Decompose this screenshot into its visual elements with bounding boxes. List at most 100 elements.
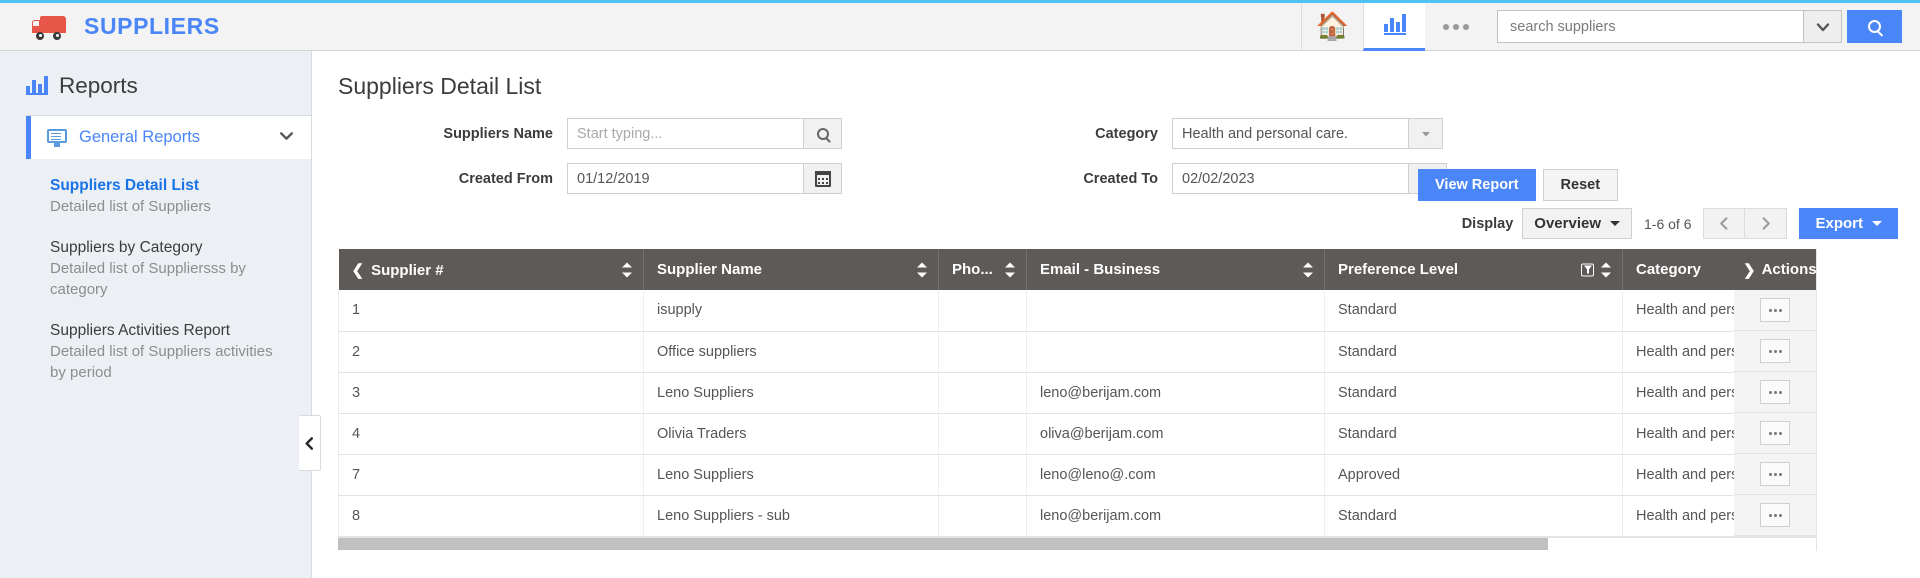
display-mode-select[interactable]: Overview — [1522, 208, 1632, 239]
reset-button[interactable]: Reset — [1542, 169, 1619, 201]
created-from-input[interactable] — [567, 163, 804, 194]
category-select-value[interactable]: Health and personal care. — [1172, 118, 1409, 149]
actions-column: ❯ Actions — [1734, 249, 1817, 536]
column-header-supplier-no[interactable]: ❮ Supplier # — [338, 249, 644, 290]
sidebar-item-desc: Detailed list of Suppliersss by category — [50, 260, 246, 298]
actions-cell — [1734, 372, 1816, 413]
cell-supplier-no: 7 — [338, 454, 644, 496]
sidebar-group-general-reports[interactable]: General Reports — [26, 116, 311, 159]
cell-supplier-name: Leno Suppliers - sub — [643, 495, 939, 537]
sidebar-collapse-handle[interactable] — [299, 415, 321, 471]
cell-preference-level: Standard — [1324, 372, 1623, 414]
sidebar-item-suppliers-activities-report[interactable]: Suppliers Activities Report Detailed lis… — [50, 320, 311, 383]
export-button[interactable]: Export — [1799, 208, 1898, 239]
column-header-phone[interactable]: Pho... — [938, 249, 1027, 290]
table-row[interactable]: 4 Olivia Traders oliva@berijam.com Standard… — [338, 413, 1817, 455]
sidebar-report-list: Suppliers Detail List Detailed list of S… — [0, 159, 311, 383]
actions-cell — [1734, 290, 1816, 331]
sidebar-item-suppliers-by-category[interactable]: Suppliers by Category Detailed list of S… — [50, 237, 311, 300]
row-actions-button[interactable] — [1760, 462, 1790, 486]
table-row[interactable]: 7 Leno Suppliers leno@leno@.com Approved Hea… — [338, 454, 1817, 496]
actions-cell — [1734, 413, 1816, 454]
global-search-input[interactable] — [1498, 11, 1803, 42]
brand-title: SUPPLIERS — [84, 13, 220, 39]
cell-supplier-name: Leno Suppliers — [643, 372, 939, 414]
scrollbar-thumb[interactable] — [338, 538, 1548, 550]
chevron-down-icon — [1816, 22, 1829, 31]
cell-supplier-name: Olivia Traders — [643, 413, 939, 455]
sidebar: Reports General Reports Suppliers Detail… — [0, 51, 312, 578]
sort-icon[interactable] — [1601, 262, 1612, 277]
suppliers-name-input[interactable] — [567, 118, 804, 149]
view-report-button[interactable]: View Report — [1418, 169, 1536, 201]
suppliers-name-search-button[interactable] — [804, 118, 842, 149]
main-content: Suppliers Detail List Suppliers Name Cre… — [313, 51, 1920, 578]
cell-phone — [938, 372, 1027, 414]
search-icon — [816, 127, 829, 140]
export-label: Export — [1815, 215, 1863, 232]
cell-supplier-name: Leno Suppliers — [643, 454, 939, 496]
column-header-email-business[interactable]: Email - Business — [1026, 249, 1325, 290]
sort-icon[interactable] — [917, 262, 928, 277]
table-row[interactable]: 3 Leno Suppliers leno@berijam.com Standard H… — [338, 372, 1817, 414]
sidebar-item-name: Suppliers Activities Report — [50, 322, 231, 339]
row-actions-button[interactable] — [1760, 298, 1790, 322]
more-menu-button[interactable] — [1425, 3, 1487, 51]
created-to-input[interactable] — [1172, 163, 1409, 194]
sidebar-title: Reports — [59, 73, 138, 98]
cell-supplier-no: 8 — [338, 495, 644, 537]
pagination-next-button[interactable] — [1745, 208, 1788, 239]
table-row[interactable]: 2 Office suppliers Standard Health and pers… — [338, 331, 1817, 373]
sort-icon[interactable] — [622, 262, 633, 277]
cell-supplier-no: 1 — [338, 290, 644, 332]
created-from-label: Created From — [458, 170, 553, 187]
row-actions-button[interactable] — [1760, 339, 1790, 363]
actions-column-body — [1734, 290, 1816, 536]
column-header-supplier-name[interactable]: Supplier Name — [643, 249, 939, 290]
sidebar-item-name: Suppliers Detail List — [50, 177, 200, 194]
global-search-dropdown-button[interactable] — [1803, 11, 1841, 42]
column-header-preference-level[interactable]: Preference Level — [1324, 249, 1623, 290]
chevron-down-icon[interactable] — [278, 127, 295, 149]
chevron-down-icon — [1421, 131, 1430, 136]
reports-button[interactable] — [1363, 2, 1425, 51]
cell-phone — [938, 331, 1027, 373]
category-select-caret[interactable] — [1409, 118, 1443, 149]
pagination-prev-button[interactable] — [1703, 208, 1746, 239]
cell-supplier-name: Office suppliers — [643, 331, 939, 373]
home-button[interactable]: 🏠 — [1301, 2, 1363, 51]
sort-icon[interactable] — [1303, 262, 1314, 277]
actions-cell — [1734, 331, 1816, 372]
actions-cell — [1734, 495, 1816, 536]
created-from-calendar-button[interactable] — [804, 163, 842, 194]
category-label: Category — [1095, 125, 1158, 142]
filter-icon[interactable] — [1581, 263, 1594, 276]
row-actions-button[interactable] — [1760, 380, 1790, 404]
global-search-submit-button[interactable] — [1847, 10, 1902, 43]
horizontal-scrollbar[interactable] — [338, 537, 1816, 551]
column-header-actions[interactable]: ❯ Actions — [1734, 249, 1817, 290]
truck-icon — [32, 14, 72, 40]
table-row[interactable]: 1 isupply Standard Health and personal car — [338, 290, 1817, 332]
row-actions-button[interactable] — [1760, 503, 1790, 527]
sort-icon[interactable] — [1005, 262, 1016, 277]
filter-row-created-to: Created To — [1023, 163, 1447, 194]
row-actions-button[interactable] — [1760, 421, 1790, 445]
table-row[interactable]: 8 Leno Suppliers - sub leno@berijam.com Sta… — [338, 495, 1817, 537]
home-icon: 🏠 — [1315, 11, 1350, 41]
bar-chart-icon — [1383, 14, 1406, 35]
table-body: 1 isupply Standard Health and personal car 2… — [338, 290, 1817, 537]
cell-phone — [938, 290, 1027, 332]
sidebar-item-desc: Detailed list of Suppliers — [50, 198, 211, 215]
sidebar-group-label: General Reports — [79, 128, 201, 146]
sidebar-item-suppliers-detail-list[interactable]: Suppliers Detail List Detailed list of S… — [50, 175, 311, 217]
cell-supplier-no: 3 — [338, 372, 644, 414]
cell-preference-level: Standard — [1324, 413, 1623, 455]
filter-panel: Suppliers Name Created From Category — [313, 118, 1920, 201]
data-grid: ❮ Supplier # Supplier Name Pho... Email -… — [338, 249, 1898, 551]
chevron-left-icon — [1720, 217, 1728, 230]
top-navigation-bar: SUPPLIERS 🏠 — [0, 0, 1920, 51]
search-icon — [1868, 20, 1881, 33]
cell-email — [1026, 331, 1325, 373]
cell-preference-level: Standard — [1324, 290, 1623, 332]
